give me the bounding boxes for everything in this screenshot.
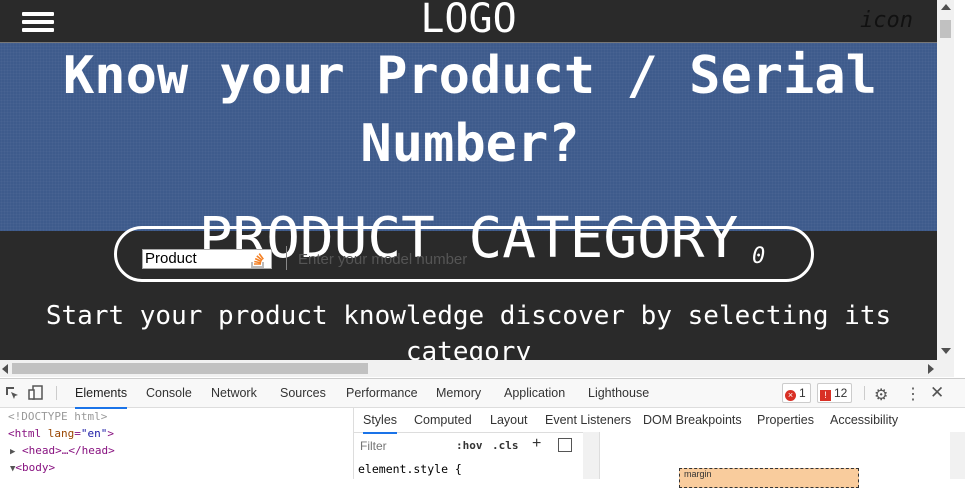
styles-pane: Styles Computed Layout Event Listeners D… [353, 408, 965, 488]
tab-performance[interactable]: Performance [346, 379, 418, 407]
issue-icon: ! [820, 390, 831, 401]
horizontal-scroll-thumb[interactable] [12, 363, 368, 374]
issues-badge[interactable]: ! 12 [817, 383, 853, 403]
inspect-element-icon[interactable] [4, 385, 20, 401]
errors-badge[interactable]: × 1 [782, 383, 811, 403]
expand-arrow-icon[interactable]: ▶ [10, 447, 15, 457]
styles-filter-input[interactable] [358, 437, 450, 455]
tab-computed[interactable]: Computed [414, 408, 472, 432]
devtools-tabbar: Elements Console Network Sources Perform… [0, 379, 965, 409]
tab-styles[interactable]: Styles [363, 408, 398, 434]
dom-html[interactable]: <html lang="en"> [0, 425, 352, 442]
search-count: 0 [752, 244, 766, 269]
toolbar-separator [864, 386, 865, 400]
devtools-panel: Elements Console Network Sources Perform… [0, 378, 965, 488]
cls-toggle[interactable]: .cls [492, 439, 519, 452]
device-toolbar-icon[interactable] [28, 385, 44, 401]
stackoverflow-icon [251, 253, 264, 268]
gear-icon[interactable]: ⚙ [874, 385, 888, 405]
box-model-area: margin [599, 432, 965, 488]
scroll-left-icon[interactable] [2, 364, 8, 374]
tab-properties[interactable]: Properties [757, 408, 814, 432]
styles-scrollbar[interactable] [583, 432, 599, 479]
page-viewport: LOGO icon Know your Product / Serial Num… [0, 0, 937, 360]
styles-tabbar: Styles Computed Layout Event Listeners D… [354, 408, 965, 434]
dom-tree: <!DOCTYPE html> <html lang="en"> ▶ <head… [0, 408, 352, 479]
top-nav-icon[interactable]: icon [860, 8, 913, 33]
dom-doctype[interactable]: <!DOCTYPE html> [0, 408, 352, 425]
tab-sources[interactable]: Sources [280, 379, 326, 407]
vertical-scroll-thumb[interactable] [940, 20, 951, 38]
horizontal-scrollbar[interactable] [0, 360, 954, 377]
category-select-value: Product [145, 250, 197, 267]
error-icon: × [785, 390, 796, 401]
tab-layout[interactable]: Layout [490, 408, 528, 432]
tab-memory[interactable]: Memory [436, 379, 481, 407]
vertical-scrollbar[interactable] [937, 0, 954, 360]
dom-body[interactable]: ▼<body> [0, 459, 352, 476]
tab-accessibility[interactable]: Accessibility [830, 408, 898, 432]
tab-elements[interactable]: Elements [75, 379, 128, 409]
dom-head[interactable]: ▶ <head>…</head> [0, 442, 352, 459]
top-nav-bar: LOGO icon [0, 0, 937, 43]
element-style-rule[interactable]: element.style { [358, 462, 462, 476]
hero-title: Know your Product / Serial Number? [63, 46, 877, 174]
hov-toggle[interactable]: :hov [456, 439, 483, 452]
search-divider [286, 246, 287, 270]
more-options-icon[interactable]: ⋮ [905, 384, 921, 404]
logo[interactable]: LOGO [0, 0, 937, 42]
errors-count: 1 [799, 386, 806, 400]
scroll-right-icon[interactable] [928, 364, 934, 374]
scroll-down-icon[interactable] [941, 348, 951, 354]
tab-dom-breakpoints[interactable]: DOM Breakpoints [643, 408, 742, 432]
tab-network[interactable]: Network [211, 379, 257, 407]
tab-application[interactable]: Application [504, 379, 565, 407]
tab-event-listeners[interactable]: Event Listeners [545, 408, 631, 432]
tab-lighthouse[interactable]: Lighthouse [588, 379, 649, 407]
category-select[interactable]: Product [142, 249, 272, 269]
toggle-sidebar-icon[interactable] [558, 438, 572, 452]
box-model-scrollbar[interactable] [950, 432, 965, 479]
toolbar-separator [56, 386, 57, 400]
scroll-up-icon[interactable] [941, 4, 951, 10]
issues-count: 12 [834, 386, 848, 400]
box-model-margin[interactable]: margin [679, 468, 859, 488]
description-text: Start your product knowledge discover by… [45, 301, 892, 360]
close-icon[interactable]: ✕ [930, 383, 944, 403]
new-style-rule-icon[interactable]: + [532, 435, 541, 453]
model-number-input[interactable] [296, 246, 700, 272]
tab-console[interactable]: Console [146, 379, 192, 407]
